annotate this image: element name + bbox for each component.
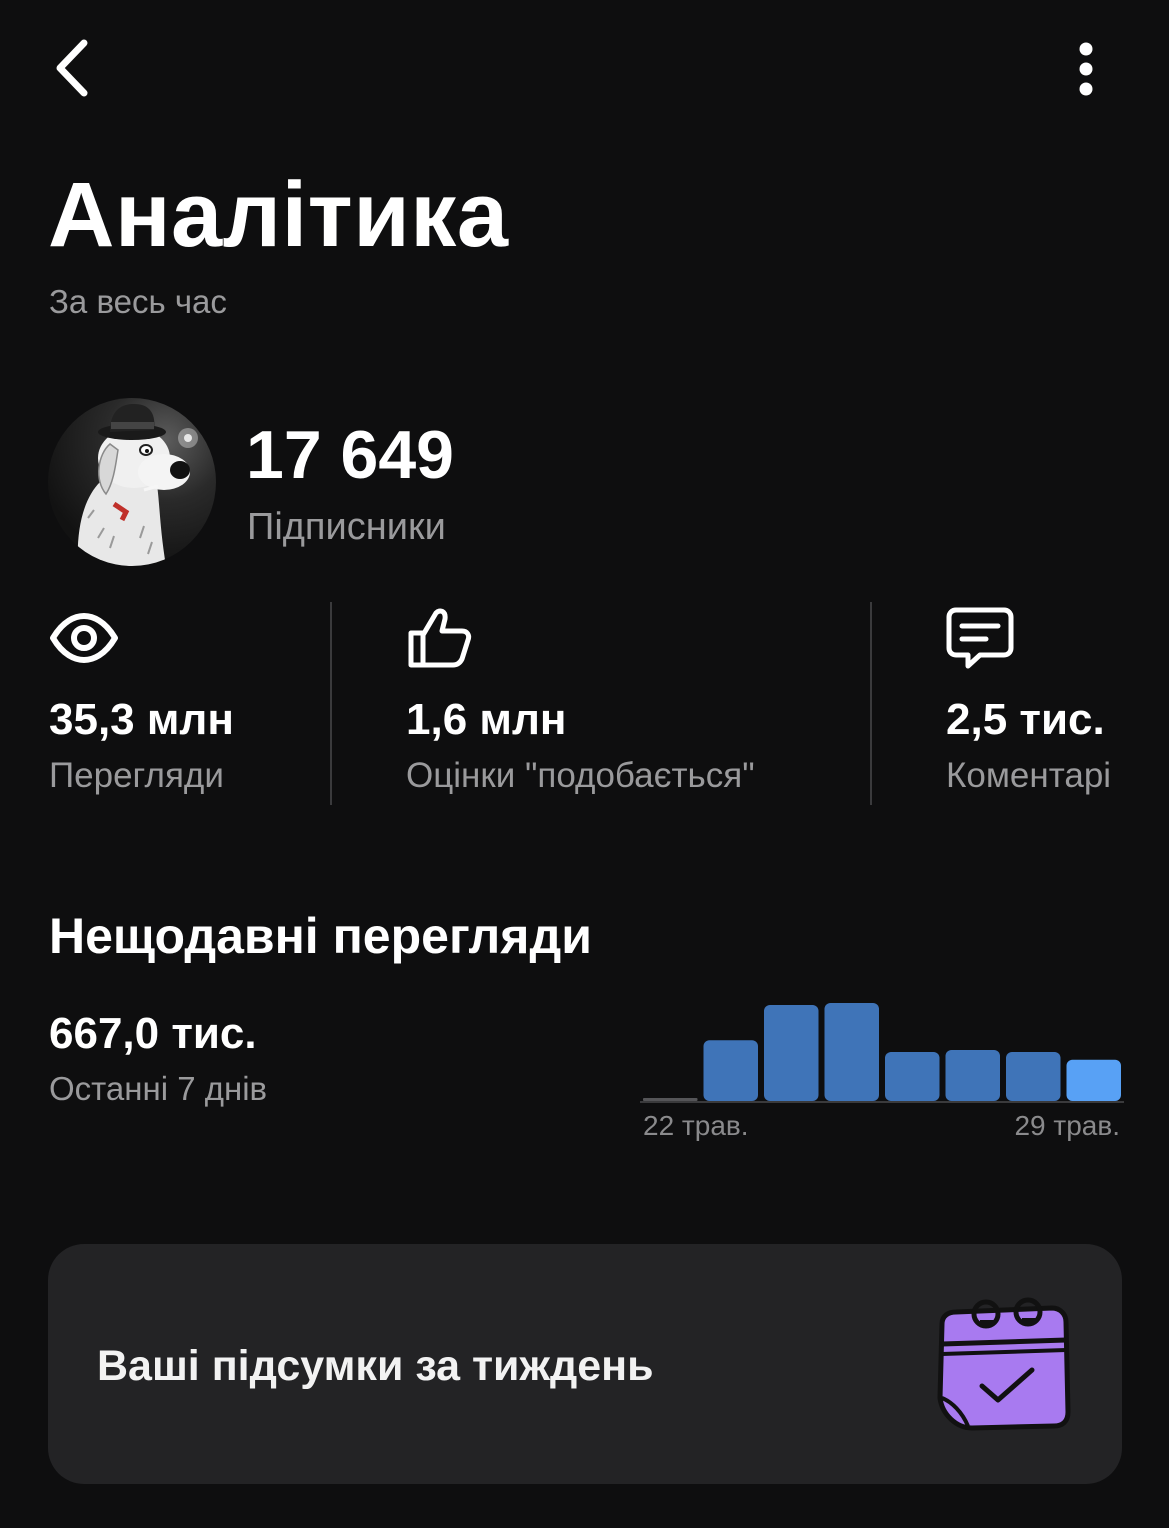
chart-bar xyxy=(764,1005,819,1101)
back-button[interactable] xyxy=(40,30,104,106)
chart-bar xyxy=(824,1003,879,1101)
chart-bar xyxy=(945,1050,1000,1101)
chart-tick-label: 29 трав. xyxy=(1014,1110,1120,1141)
avatar-image xyxy=(77,404,198,566)
chart-bar xyxy=(1006,1052,1061,1101)
chart-bar xyxy=(885,1052,940,1101)
avatar[interactable] xyxy=(48,398,216,566)
chart-bar xyxy=(643,1098,698,1101)
bar-chart-svg: 22 трав. 29 трав. xyxy=(640,1003,1124,1141)
likes-value: 1,6 млн xyxy=(406,695,567,744)
recent-views-value: 667,0 тис. xyxy=(49,1009,257,1058)
more-options-button[interactable] xyxy=(1056,34,1116,104)
vertical-ellipsis-icon xyxy=(1079,42,1093,96)
page-title: Аналітика xyxy=(48,164,509,266)
period-label: За весь час xyxy=(49,283,227,320)
recent-views-chart[interactable]: 22 трав. 29 трав. xyxy=(640,995,1124,1145)
stat-likes[interactable]: 1,6 млн Оцінки "подобається" xyxy=(406,606,846,806)
comments-label: Коментарі xyxy=(946,756,1112,795)
likes-label: Оцінки "подобається" xyxy=(406,756,755,795)
comments-value: 2,5 тис. xyxy=(946,695,1105,744)
stat-comments[interactable]: 2,5 тис. Коментарі xyxy=(946,606,1166,806)
chart-bar xyxy=(703,1040,758,1101)
subscribers-count: 17 649 xyxy=(246,417,454,493)
stat-views[interactable]: 35,3 млн Перегляди xyxy=(49,606,319,806)
stat-divider xyxy=(330,602,332,805)
recent-views-title: Нещодавні перегляди xyxy=(49,908,592,964)
comment-icon xyxy=(946,606,1166,670)
subscribers-label: Підписники xyxy=(247,506,446,548)
stat-divider xyxy=(870,602,872,805)
weekly-summary-card[interactable]: Ваші підсумки за тиждень xyxy=(48,1244,1122,1484)
thumbs-up-icon xyxy=(406,606,846,670)
chart-bar xyxy=(1066,1059,1121,1101)
views-label: Перегляди xyxy=(49,756,224,795)
calendar-check-icon xyxy=(928,1294,1078,1434)
chart-tick-label: 22 трав. xyxy=(643,1110,749,1141)
eye-icon xyxy=(49,606,319,670)
views-value: 35,3 млн xyxy=(49,695,234,744)
recent-views-label: Останні 7 днів xyxy=(49,1070,268,1107)
chevron-left-icon xyxy=(56,39,88,97)
weekly-summary-label: Ваші підсумки за тиждень xyxy=(97,1342,654,1390)
